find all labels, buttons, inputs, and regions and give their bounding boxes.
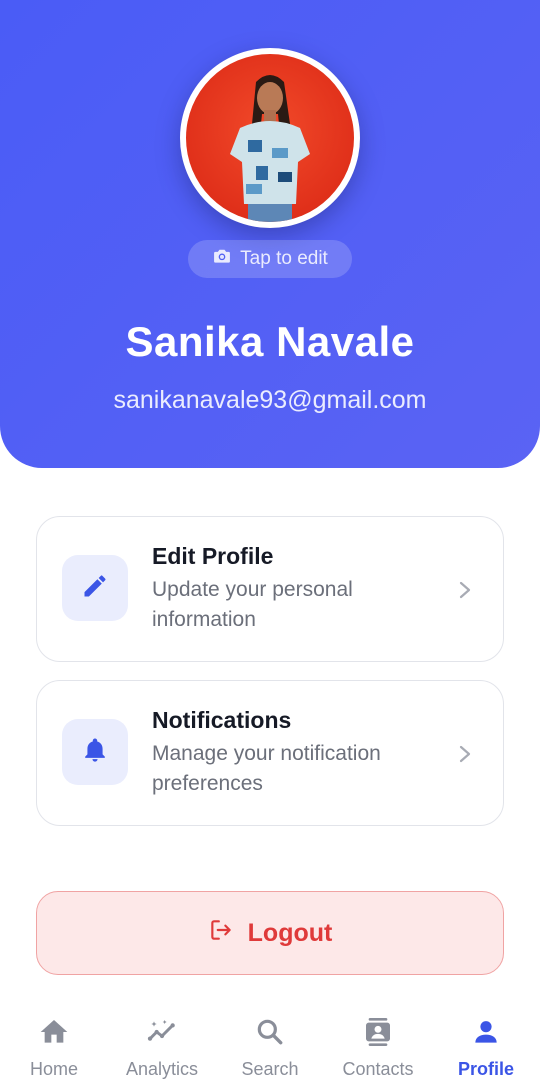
logout-button[interactable]: Logout	[36, 891, 504, 975]
tap-to-edit-button[interactable]: Tap to edit	[188, 240, 352, 278]
home-icon	[38, 1016, 70, 1059]
nav-home-label: Home	[29, 1059, 78, 1079]
edit-profile-subtitle: Update your personal information	[152, 578, 353, 631]
contacts-icon	[362, 1016, 394, 1059]
logout-icon	[208, 917, 234, 950]
avatar-ring[interactable]	[180, 48, 360, 228]
profile-name: Sanika Navale	[125, 318, 415, 365]
profile-email: sanikanavale93@gmail.com	[113, 386, 427, 414]
edit-profile-icon-box	[62, 555, 128, 621]
search-icon	[254, 1016, 286, 1059]
notifications-icon-box	[62, 719, 128, 785]
edit-profile-title: Edit Profile	[152, 543, 274, 569]
avatar-photo	[230, 75, 310, 222]
nav-contacts-label: Contacts	[342, 1059, 414, 1079]
nav-search[interactable]: Search	[216, 1000, 324, 1085]
notifications-card[interactable]: Notifications Manage your notification p…	[36, 680, 504, 826]
logout-label: Logout	[247, 918, 333, 947]
nav-profile-label: Profile	[457, 1059, 514, 1079]
bell-icon	[81, 736, 109, 769]
avatar[interactable]	[186, 54, 354, 222]
chevron-right-icon	[455, 742, 475, 766]
notifications-subtitle: Manage your notification preferences	[152, 742, 381, 795]
chevron-right-icon	[455, 578, 475, 602]
nav-home[interactable]: Home	[0, 1000, 108, 1085]
nav-contacts[interactable]: Contacts	[324, 1000, 432, 1085]
nav-analytics[interactable]: Analytics	[108, 1000, 216, 1085]
profile-header: Tap to edit Sanika Navale sanikanavale93…	[0, 0, 540, 468]
nav-analytics-label: Analytics	[125, 1059, 199, 1079]
tap-to-edit-label: Tap to edit	[240, 248, 328, 269]
edit-profile-card[interactable]: Edit Profile Update your personal inform…	[36, 516, 504, 662]
bottom-navigation: Home Analytics Search Contacts Profile	[0, 1000, 540, 1085]
nav-search-label: Search	[241, 1059, 299, 1079]
nav-profile[interactable]: Profile	[432, 1000, 540, 1085]
person-icon	[470, 1016, 502, 1059]
analytics-icon	[146, 1016, 178, 1059]
notifications-title: Notifications	[152, 707, 292, 733]
camera-icon	[212, 246, 232, 272]
pencil-icon	[81, 572, 109, 605]
